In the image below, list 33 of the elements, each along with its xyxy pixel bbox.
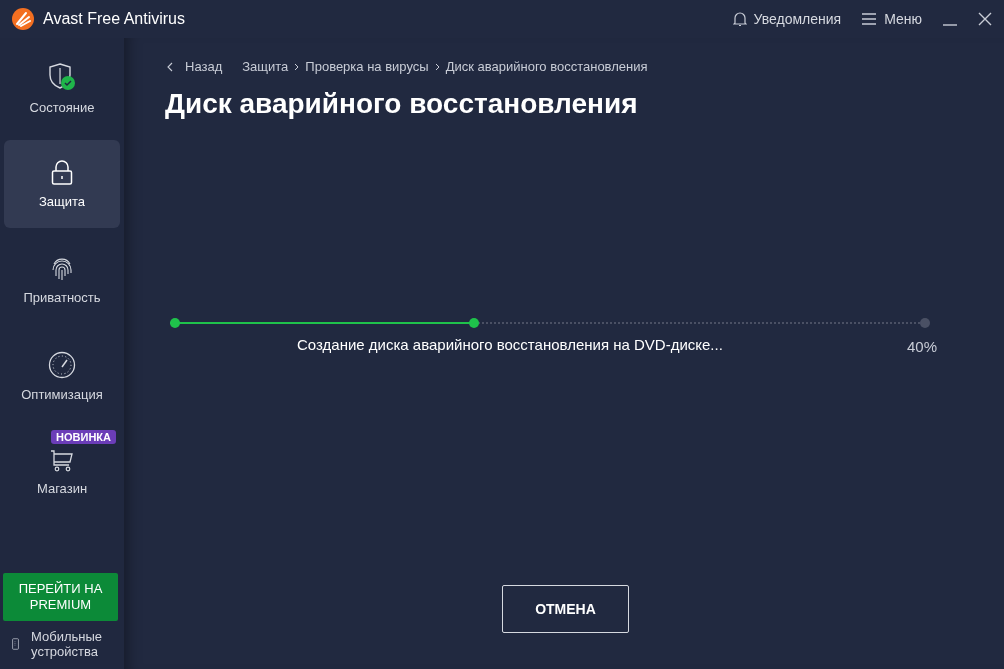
menu-icon [861,12,878,26]
progress-percent: 40% [906,338,937,356]
progress-dot [469,318,479,328]
cancel-button[interactable]: ОТМЕНА [502,585,629,633]
back-link[interactable]: Назад [167,59,223,74]
sidebar-item[interactable]: Защита [4,140,120,228]
mobile-devices-link[interactable]: Мобильные устройства [0,621,124,669]
chevron-icon [294,62,300,71]
breadcrumb-link[interactable]: Проверка на вирусы [305,59,429,74]
sidebar-item[interactable]: Приватность [4,236,120,324]
end-dot [920,318,930,328]
window-title: Avast Free Antivirus [43,10,185,28]
bell-icon [732,11,747,27]
logo-icon [11,7,35,31]
progress-status: Создание диска аварийного восстановления на DVD-диске... [297,336,723,353]
menu-button[interactable]: Меню [861,11,922,27]
gauge-icon [48,350,76,379]
breadcrumb-link[interactable]: Защита [242,59,289,74]
chevron-icon [434,62,440,71]
page-heading: Диск аварийного восстановления [165,88,639,120]
sidebar-item[interactable]: Оптимизация [4,332,120,420]
premium-button[interactable]: ПЕРЕЙТИ НА PREMIUM [3,573,118,621]
breadcrumb-link[interactable]: Диск аварийного восстановления [445,59,648,74]
lock-icon [51,159,73,186]
start-dot [170,318,180,328]
back-chevron-icon [167,61,173,72]
close-icon[interactable] [978,12,992,26]
notifications-button[interactable]: Уведомления [732,11,842,27]
sidebar-item[interactable]: Состояние [4,44,120,132]
new-badge: НОВИНКА [51,430,116,444]
cart-icon [50,448,74,473]
shield-icon [48,61,76,92]
sidebar-item[interactable]: НОВИНКА Магазин [4,428,120,516]
